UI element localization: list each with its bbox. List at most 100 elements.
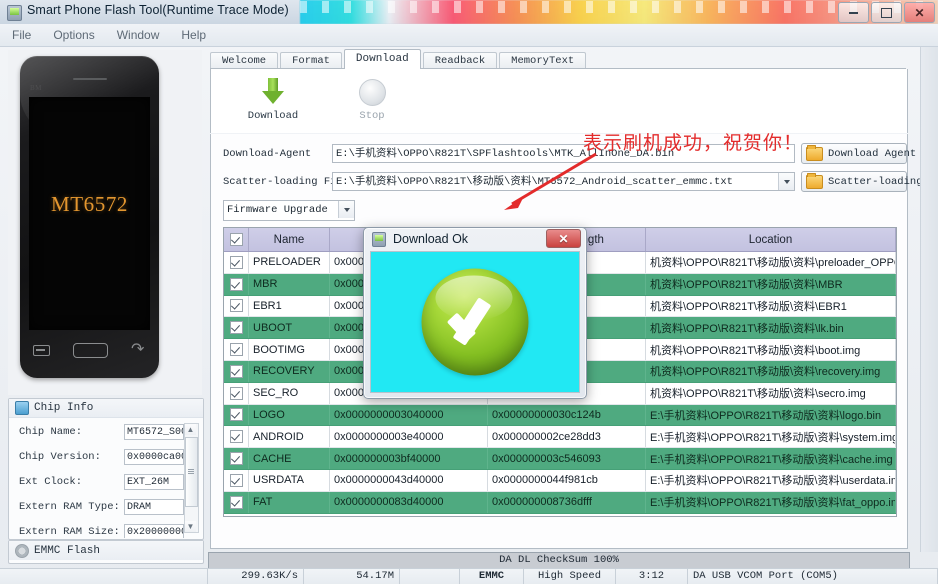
row-checkbox-cell[interactable] (224, 338, 249, 361)
download-ok-dialog[interactable]: Download Ok ✕ (363, 227, 587, 399)
row-checkbox-cell[interactable] (224, 273, 249, 296)
cell-begin: 0x0000000043d40000 (329, 469, 488, 492)
status-storage: EMMC (460, 569, 524, 584)
scatter-dropdown-button[interactable] (778, 173, 794, 190)
dialog-close-button[interactable]: ✕ (546, 229, 581, 248)
row-checkbox[interactable] (229, 321, 243, 335)
menu-item-file[interactable]: File (12, 28, 31, 42)
dialog-body (370, 251, 580, 393)
chip-info-row: Extern RAM Type: DRAM (9, 494, 203, 519)
cell-location: 机资料\OPPO\R821T\移动版\资料\recovery.img (645, 360, 896, 383)
chip-info-title: Chip Info (34, 402, 94, 414)
row-checkbox-cell[interactable] (224, 469, 249, 492)
chip-info-scrollbar[interactable]: ▲ ▼ (184, 423, 199, 533)
cell-location: E:\手机资料\OPPO\R821T\移动版\资料\userdata.img (645, 469, 896, 492)
row-checkbox-cell[interactable] (224, 404, 249, 427)
phone-preview: BM MT6572 ↷ (8, 50, 202, 395)
table-row[interactable]: USRDATA 0x0000000043d40000 0x0000000044f… (224, 469, 896, 492)
table-row[interactable]: FAT 0x0000000083d40000 0x000000008736dff… (224, 491, 896, 514)
phone-mockup: BM MT6572 ↷ (20, 56, 159, 378)
download-arrow-icon (234, 75, 312, 109)
scatter-loading-row: Scatter-loading File E:\手机资料\OPPO\R821T\… (211, 171, 923, 192)
row-checkbox[interactable] (229, 408, 243, 422)
flash-mode-value: Firmware Upgrade (227, 204, 328, 216)
flash-mode-select[interactable]: Firmware Upgrade (223, 200, 355, 221)
menu-item-help[interactable]: Help (181, 28, 206, 42)
row-checkbox[interactable] (229, 277, 243, 291)
row-checkbox-cell[interactable] (224, 316, 249, 340)
right-edge-bar (920, 47, 938, 552)
scatter-loading-input[interactable]: E:\手机资料\OPPO\R821T\移动版\资料\MT6572_Android… (332, 172, 795, 191)
row-checkbox-cell[interactable] (224, 447, 249, 470)
maximize-icon (881, 7, 892, 18)
select-all-header[interactable] (224, 228, 249, 252)
status-port: DA USB VCOM Port (COM5) (688, 569, 938, 584)
stop-icon (333, 75, 411, 109)
extern-ram-type-value[interactable]: DRAM (124, 498, 184, 515)
cell-location: E:\手机资料\OPPO\R821T\移动版\资料\fat_oppo.img (645, 491, 896, 514)
scatter-loading-button[interactable]: Scatter-loading (801, 171, 923, 192)
phone-back-icon: ↷ (131, 341, 145, 358)
minimize-icon (849, 11, 858, 14)
chip-version-value[interactable]: 0x0000ca00 (124, 448, 184, 465)
emmc-flash-panel[interactable]: EMMC Flash (8, 540, 204, 564)
close-icon: ✕ (914, 5, 925, 20)
chip-name-value[interactable]: MT6572_S00 (124, 423, 184, 440)
stop-button[interactable]: Stop (333, 75, 411, 122)
row-checkbox-cell[interactable] (224, 251, 249, 274)
menu-item-options[interactable]: Options (53, 28, 94, 42)
download-agent-button[interactable]: Download Agent (801, 143, 916, 164)
cell-length: 0x0000000044f981cb (487, 469, 646, 492)
row-checkbox-cell[interactable] (224, 491, 249, 514)
chip-name-label: Chip Name: (19, 425, 83, 438)
folder-icon (806, 172, 823, 189)
row-checkbox-cell[interactable] (224, 295, 249, 318)
cell-name: ANDROID (248, 425, 330, 449)
header-location[interactable]: Location (645, 228, 896, 252)
row-checkbox[interactable] (229, 255, 243, 269)
row-checkbox[interactable] (229, 430, 243, 444)
cell-location: 机资料\OPPO\R821T\移动版\资料\lk.bin (645, 316, 896, 340)
maximize-button[interactable] (871, 2, 902, 23)
tab-welcome[interactable]: Welcome (210, 52, 279, 69)
cell-location: 机资料\OPPO\R821T\移动版\资料\MBR (645, 273, 896, 296)
cell-name: BOOTIMG (248, 338, 330, 361)
row-checkbox-cell[interactable] (224, 382, 249, 405)
cell-length: 0x000000002ce28dd3 (487, 425, 646, 449)
cell-length: 0x00000000030c124b (487, 404, 646, 427)
tab-download[interactable]: Download (343, 49, 421, 69)
row-checkbox[interactable] (229, 343, 243, 357)
table-row[interactable]: CACHE 0x000000003bf40000 0x000000003c546… (224, 447, 896, 470)
scroll-up-arrow-icon[interactable]: ▲ (185, 424, 196, 435)
row-checkbox[interactable] (229, 473, 243, 487)
scatter-loading-label: Scatter-loading File (223, 176, 350, 188)
download-agent-button-label: Download Agent (828, 147, 917, 160)
extern-ram-size-value[interactable]: 0x20000000 (124, 523, 184, 538)
select-all-checkbox[interactable] (229, 233, 243, 246)
scroll-down-arrow-icon[interactable]: ▼ (185, 521, 196, 532)
menu-item-window[interactable]: Window (117, 28, 160, 42)
ext-clock-value[interactable]: EXT_26M (124, 473, 184, 490)
stop-button-label: Stop (359, 110, 385, 122)
download-button[interactable]: Download (234, 75, 312, 122)
extern-ram-size-label: Extern RAM Size: (19, 525, 120, 538)
row-checkbox-cell[interactable] (224, 360, 249, 383)
tab-format[interactable]: Format (280, 52, 342, 69)
flash-mode-dropdown-arrow[interactable] (338, 201, 354, 218)
tab-memorytext[interactable]: MemoryText (499, 52, 587, 69)
minimize-button[interactable] (838, 2, 869, 23)
close-button[interactable]: ✕ (904, 2, 935, 23)
scrollbar-thumb[interactable] (185, 437, 198, 507)
cell-location: 机资料\OPPO\R821T\移动版\资料\preloader_OPPO72T_… (645, 251, 896, 274)
row-checkbox[interactable] (229, 386, 243, 400)
table-row[interactable]: ANDROID 0x0000000003e40000 0x000000002ce… (224, 425, 896, 449)
cell-location: 机资料\OPPO\R821T\移动版\资料\secro.img (645, 382, 896, 405)
header-name[interactable]: Name (248, 228, 330, 252)
row-checkbox[interactable] (229, 364, 243, 378)
table-row[interactable]: LOGO 0x0000000003040000 0x00000000030c12… (224, 404, 896, 427)
row-checkbox[interactable] (229, 452, 243, 466)
row-checkbox[interactable] (229, 495, 243, 509)
row-checkbox[interactable] (229, 299, 243, 313)
tab-readback[interactable]: Readback (422, 52, 498, 69)
row-checkbox-cell[interactable] (224, 425, 249, 449)
